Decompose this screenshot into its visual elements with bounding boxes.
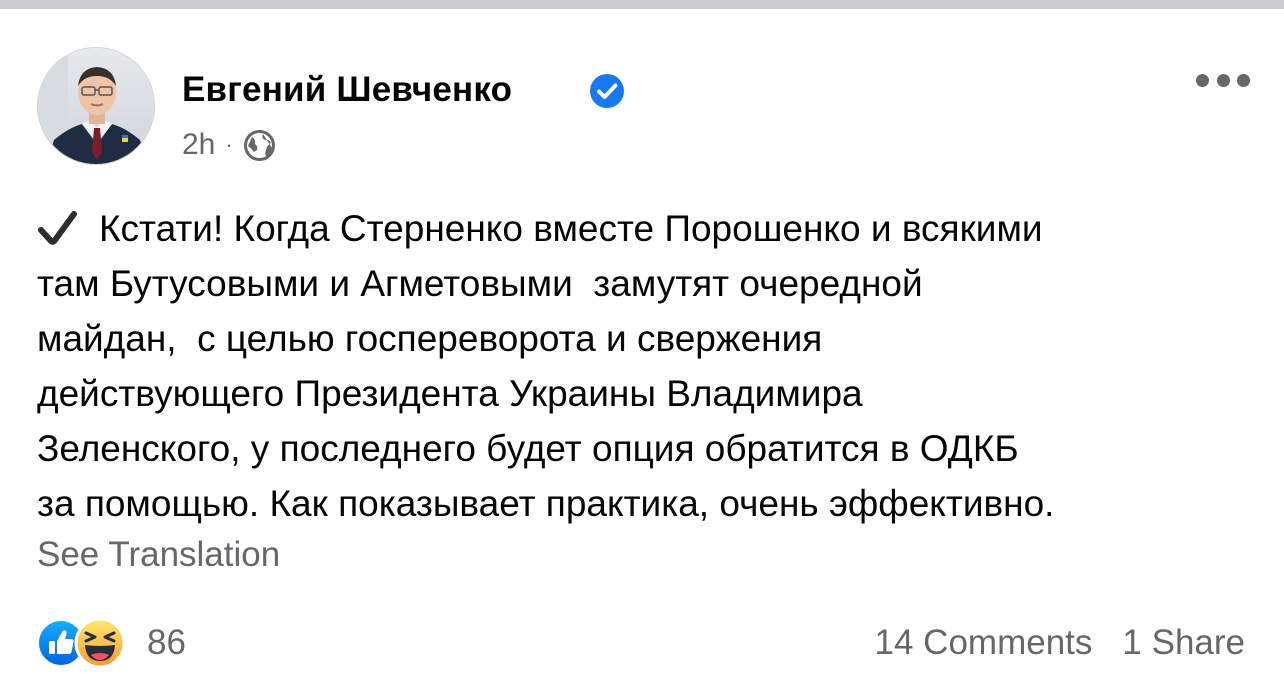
post-text-line-content: Кстати! Когда Стерненко вместе Порошенко… [99, 208, 1043, 249]
more-options-icon[interactable] [1196, 68, 1250, 92]
more-dot [1216, 73, 1230, 87]
more-dot [1237, 73, 1250, 87]
reaction-count: 86 [147, 623, 186, 662]
more-dot [1196, 73, 1209, 87]
shares-count[interactable]: 1 Share [1122, 623, 1245, 663]
see-translation-link[interactable]: See Translation [37, 530, 280, 580]
post-text-line: там Бутусовыми и Агметовыми замутят очер… [37, 263, 923, 304]
globe-icon[interactable] [243, 129, 276, 162]
avatar-photo [38, 48, 154, 164]
author-name[interactable]: Евгений Шевченко [182, 70, 512, 110]
post-text-line: действующего Президента Украины Владимир… [37, 373, 863, 414]
top-divider [0, 0, 1284, 9]
post-text-line: майдан, с целью госпереворота и свержени… [37, 318, 823, 359]
comments-count[interactable]: 14 Comments [875, 623, 1093, 663]
post-text-line: Кстати! Когда Стерненко вместе Порошенко… [37, 201, 1252, 256]
post-text-line: Зеленского, у последнего будет опция обр… [37, 428, 1019, 469]
verified-badge-icon [590, 74, 624, 108]
meta-separator: · [225, 132, 233, 157]
check-mark-icon [38, 211, 77, 245]
post-stats: 14 Comments 1 Share [875, 617, 1245, 669]
post-text-line: за помощью. Как показывает практика, оче… [37, 483, 1055, 524]
post-meta: 2h · [182, 127, 276, 163]
post-text: Кстати! Когда Стерненко вместе Порошенко… [37, 201, 1252, 531]
avatar[interactable] [37, 47, 155, 165]
reactions-summary[interactable]: 86 [37, 617, 186, 669]
haha-icon [74, 617, 126, 669]
reaction-icons [37, 617, 137, 669]
post-timestamp[interactable]: 2h [182, 128, 215, 162]
